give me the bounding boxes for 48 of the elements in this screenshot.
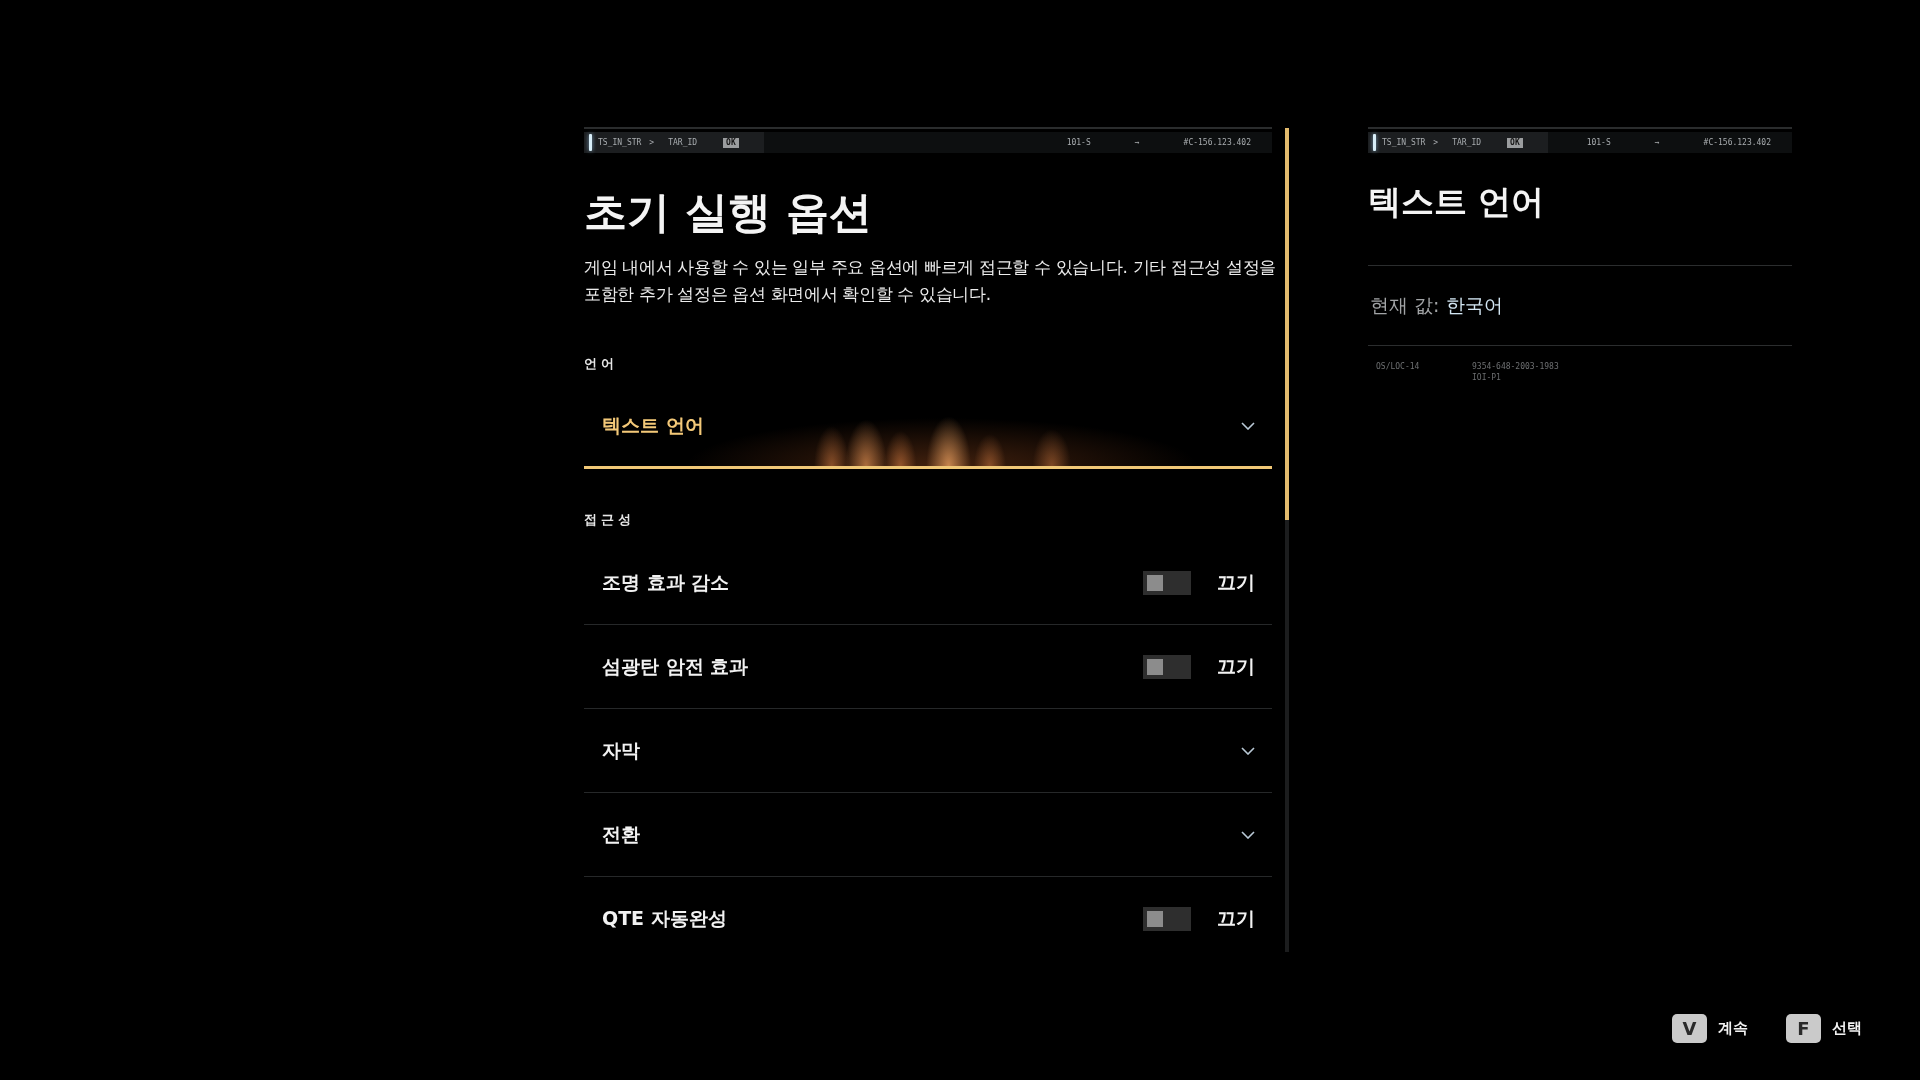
setting-label: QTE 자동완성 [602, 906, 727, 931]
separator-glyph: > [649, 137, 655, 148]
key-cap: V [1672, 1014, 1707, 1043]
dropdown-row[interactable]: 자막 [584, 709, 1272, 793]
hint-label: 선택 [1832, 1019, 1862, 1038]
target-id: TAR_ID [1452, 137, 1482, 148]
toggle-switch[interactable] [1143, 907, 1191, 931]
status-tag: OK [1507, 137, 1523, 148]
arrow-glyph: → [1134, 137, 1140, 148]
dropdown-row[interactable]: 전환 [584, 793, 1272, 877]
setting-row[interactable]: QTE 자동완성 끄기 [584, 877, 1272, 961]
status-tag: OK [723, 137, 739, 148]
setting-label: 섬광탄 암전 효과 [602, 653, 749, 679]
chevron-down-icon [1241, 830, 1255, 839]
scrollbar-thumb[interactable] [1285, 128, 1289, 520]
toggle-state-label: 끄기 [1217, 569, 1255, 595]
description-text: 게임 내에서 사용할 수 있는 일부 주요 옵션에 빠르게 접근할 수 있습니다. 기타 접근성 설정을 포함한 추가 설정은 옵션 화면에서 확인할 수 있습니다. [584, 256, 1277, 306]
chevron-down-icon [1241, 421, 1255, 430]
key-cap: F [1786, 1014, 1821, 1043]
setting-label: 조명 효과 감소 [602, 569, 730, 595]
route-code: 101-S [1586, 137, 1611, 148]
toggle-switch[interactable] [1143, 570, 1191, 595]
indicator-bar-icon [1373, 134, 1376, 151]
page-title: 초기 실행 옵션 [584, 186, 872, 239]
toggle-state-label: 끄기 [1217, 906, 1255, 931]
address-code: #C-156.123.402 [1703, 137, 1771, 148]
section-label: 접근성 [584, 511, 635, 529]
toggle-state-label: 끄기 [1217, 653, 1255, 679]
arrow-glyph: → [1654, 137, 1660, 148]
serial-code: 9354-648-2003-1983 [1472, 361, 1559, 372]
toggle-switch[interactable] [1143, 654, 1191, 679]
separator-glyph: > [1433, 137, 1439, 148]
address-code: #C-156.123.402 [1183, 137, 1251, 148]
target-id: TAR_ID [668, 137, 698, 148]
location-code: OS/LOC-14 [1376, 361, 1421, 373]
setting-row[interactable]: 조명 효과 감소 끄기 [584, 541, 1272, 625]
scrollbar[interactable] [1285, 128, 1289, 952]
source-id: TS_IN_STR [598, 137, 642, 148]
indicator-bar-icon [589, 134, 592, 151]
sub-code: IOI-P1 [1472, 372, 1501, 383]
route-code: 101-S [1066, 137, 1091, 148]
source-id: TS_IN_STR [1382, 137, 1426, 148]
chevron-down-icon [1241, 746, 1255, 755]
setting-row[interactable]: 섬광탄 암전 효과 끄기 [584, 625, 1272, 709]
hint-label: 계속 [1718, 1019, 1748, 1038]
section-label: 언어 [584, 355, 618, 373]
detail-title: 텍스트 언어 [1368, 181, 1545, 223]
current-value-text: 현재 값: 한국어 [1369, 293, 1503, 318]
